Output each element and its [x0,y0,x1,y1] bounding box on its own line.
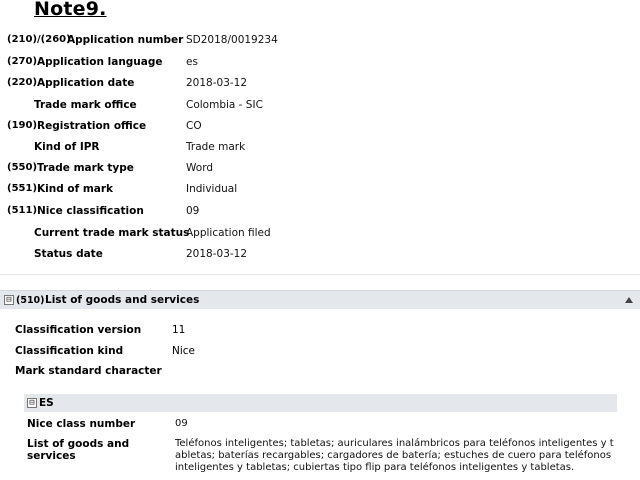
field-label: Nice classification [37,205,144,217]
field-label: Current trade mark status [34,227,190,239]
field-value: Application filed [186,227,271,239]
language-subsection-header[interactable]: ⊟ ES [24,394,617,412]
nice-class-label: Nice class number [27,418,136,430]
field-status-date: Status date 2018-03-12 [0,248,640,268]
field-trade-mark-office: Trade mark office Colombia - SIC [0,99,640,119]
field-trade-mark-type: (550) Trade mark type Word [0,162,640,182]
field-kind-of-ipr: Kind of IPR Trade mark [0,141,640,161]
field-value: SD2018/0019234 [186,34,278,46]
field-value: Word [186,162,213,174]
field-value: 09 [186,205,200,217]
field-value: 2018-03-12 [186,77,248,89]
nice-class-value: 09 [175,418,188,429]
field-code: (190) [7,120,38,131]
goods-list-value: Teléfonos inteligentes; tabletas; auricu… [175,438,614,473]
field-value: CO [186,120,202,132]
field-code: (511) [7,205,38,216]
collapse-arrow-icon[interactable] [625,297,633,303]
language-title: ES [39,397,54,409]
field-current-status: Current trade mark status Application fi… [0,227,640,247]
section-divider [0,274,640,275]
field-label: Application language [37,56,163,68]
field-code: (550) [7,162,38,173]
meta-label: Classification kind [15,345,124,357]
meta-classification-kind: Classification kind Nice [0,345,640,363]
meta-label: Mark standard character [15,365,162,377]
field-application-date: (220) Application date 2018-03-12 [0,77,640,97]
field-value: Individual [186,183,238,195]
field-label: Trade mark office [34,99,137,111]
section-code: (510) [16,295,45,306]
field-code: (270) [7,56,38,67]
field-code: (210)/(260) [7,34,71,45]
meta-mark-standard-character: Mark standard character [0,365,640,383]
field-application-language: (270) Application language es [0,56,640,76]
collapse-toggle-icon[interactable]: ⊟ [4,295,14,305]
field-application-number: (210)/(260) Application number SD2018/00… [0,34,640,54]
meta-label: Classification version [15,324,142,336]
field-code: (551) [7,183,38,194]
field-value: es [186,56,198,68]
goods-section-header[interactable]: ⊟ (510) List of goods and services [0,290,640,309]
field-label: Trade mark type [37,162,134,174]
field-label: Application number [67,34,184,46]
field-registration-office: (190) Registration office CO [0,120,640,140]
field-label: Registration office [37,120,147,132]
meta-value: 11 [172,324,186,336]
field-kind-of-mark: (551) Kind of mark Individual [0,183,640,203]
meta-classification-version: Classification version 11 [0,324,640,342]
goods-list-label: List of goods and services [27,438,130,462]
field-nice-classification: (511) Nice classification 09 [0,205,640,225]
field-label: Kind of mark [37,183,114,195]
field-value: Colombia - SIC [186,99,263,111]
field-value: Trade mark [186,141,246,153]
collapse-toggle-icon[interactable]: ⊟ [27,398,37,408]
field-label: Application date [37,77,135,89]
field-code: (220) [7,77,38,88]
field-label: Status date [34,248,103,260]
meta-value: Nice [172,345,196,357]
section-title: List of goods and services [45,294,200,306]
page-title: Note9. [34,0,107,20]
field-label: Kind of IPR [34,141,100,153]
field-value: 2018-03-12 [186,248,248,260]
